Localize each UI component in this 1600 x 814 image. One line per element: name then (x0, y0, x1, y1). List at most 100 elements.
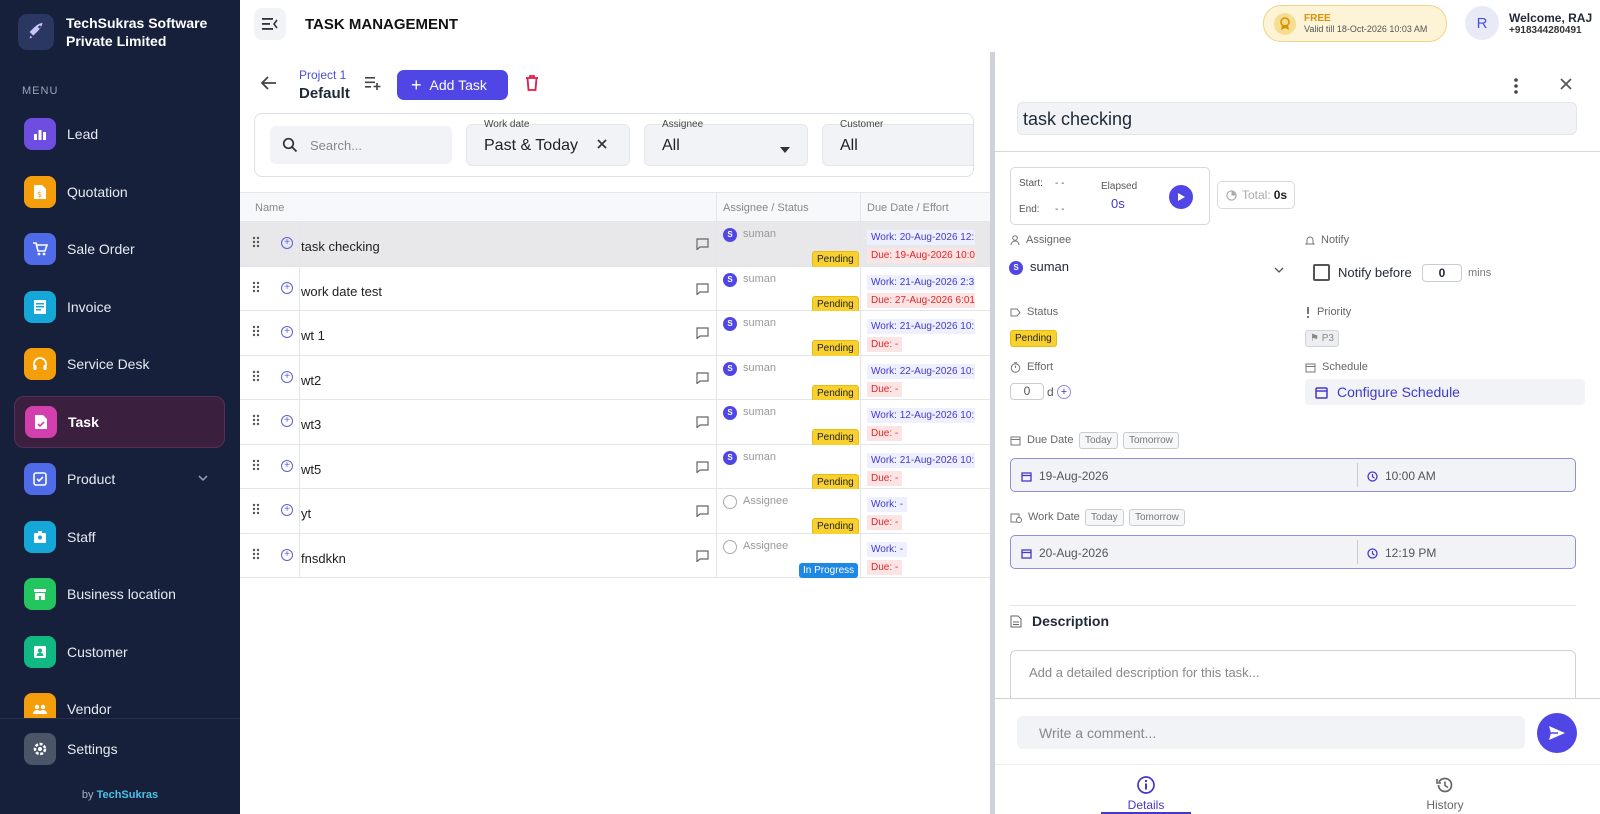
project-selector[interactable]: Project 1 Default (299, 68, 350, 102)
playlist-add-icon[interactable] (364, 76, 382, 93)
task-title-input[interactable]: task checking (1017, 102, 1577, 135)
status-badge[interactable]: Pending (812, 340, 859, 357)
table-row[interactable]: + work date test Ssuman Pending Work: 21-Aug… (240, 266, 990, 313)
collapse-menu-button[interactable] (254, 8, 286, 40)
add-subtask-icon[interactable]: + (281, 370, 293, 383)
table-row[interactable]: + wt5 Ssuman Pending Work: 21-Aug-2026 10: Du… (240, 444, 990, 491)
sidebar-item-task[interactable]: Task (14, 395, 225, 448)
comment-icon[interactable] (696, 416, 709, 431)
table-row[interactable]: + fnsdkkn Assignee In Progress Work: - Due: - (240, 533, 990, 578)
comment-icon[interactable] (696, 238, 709, 253)
assignee-name[interactable]: suman (743, 317, 776, 329)
more-vertical-icon[interactable] (1514, 78, 1518, 97)
due-date-field[interactable]: 19-Aug-2026 10:00 AM (1010, 458, 1576, 492)
task-name[interactable]: fnsdkkn (301, 551, 346, 566)
add-subtask-icon[interactable]: + (281, 281, 293, 294)
status-badge[interactable]: Pending (812, 473, 859, 491)
assignee-name[interactable]: suman (743, 228, 776, 240)
comment-icon[interactable] (696, 371, 709, 387)
send-button[interactable] (1537, 713, 1577, 753)
status-badge[interactable]: Pending (812, 384, 859, 402)
trash-icon[interactable] (524, 74, 540, 95)
add-effort-button[interactable]: + (1057, 385, 1071, 399)
drag-handle-icon[interactable] (252, 414, 260, 429)
work-today-button[interactable]: Today (1085, 509, 1124, 526)
work-date-field[interactable]: 20-Aug-2026 12:19 PM (1010, 535, 1576, 569)
plan-badge[interactable]: FREE Valid till 18-Oct-2026 10:03 AM (1263, 5, 1447, 42)
work-date-value[interactable]: 20-Aug-2026 (1039, 546, 1108, 560)
priority-badge[interactable]: ⚑ P3 (1305, 330, 1339, 347)
task-name[interactable]: wt3 (301, 417, 321, 432)
configure-schedule-button[interactable]: Configure Schedule (1305, 379, 1585, 405)
description-input[interactable]: Add a detailed description for this task… (1010, 650, 1576, 704)
table-row[interactable]: + task checking Ssuman Pending Work: 20-Aug-… (240, 222, 990, 268)
assignee-name[interactable]: Assignee (743, 495, 788, 507)
add-subtask-icon[interactable]: + (281, 548, 293, 561)
due-time-value[interactable]: 10:00 AM (1385, 469, 1436, 483)
drag-handle-icon[interactable] (252, 281, 260, 296)
sidebar-item-staff[interactable]: Staff (14, 511, 225, 563)
sidebar-item-quotation[interactable]: $ Quotation (14, 166, 225, 218)
add-subtask-icon[interactable]: + (281, 237, 293, 249)
drag-handle-icon[interactable] (252, 459, 260, 474)
status-badge[interactable]: Pending (812, 295, 859, 313)
drag-handle-icon[interactable] (252, 548, 260, 563)
sidebar-item-invoice[interactable]: Invoice (14, 281, 225, 333)
sidebar-item-sale-order[interactable]: Sale Order (14, 223, 225, 275)
brand[interactable]: TechSukras Software Private Limited (18, 14, 226, 50)
assignee-filter[interactable]: Assignee All (644, 119, 808, 166)
notify-checkbox[interactable] (1313, 264, 1330, 281)
table-row[interactable]: + wt2 Ssuman Pending Work: 22-Aug-2026 10: Du… (240, 355, 990, 402)
column-assignee-status[interactable]: Assignee / Status (723, 202, 809, 214)
effort-input[interactable]: 0 (1010, 383, 1044, 400)
column-name[interactable]: Name (255, 202, 284, 214)
tab-history[interactable]: History (1400, 775, 1490, 812)
notify-minutes-input[interactable]: 0 (1422, 264, 1462, 282)
task-name[interactable]: wt5 (301, 462, 321, 477)
task-name[interactable]: yt (301, 506, 311, 521)
task-name[interactable]: wt 1 (301, 328, 325, 343)
status-badge[interactable]: In Progress (799, 562, 859, 578)
comment-icon[interactable] (696, 282, 709, 298)
task-name[interactable]: task checking (301, 239, 380, 254)
credit-brand[interactable]: TechSukras (97, 789, 159, 801)
comment-icon[interactable] (696, 505, 709, 520)
play-button[interactable] (1169, 185, 1193, 209)
sidebar-item-customer[interactable]: Customer (14, 626, 225, 678)
due-date-value[interactable]: 19-Aug-2026 (1039, 469, 1108, 483)
status-badge[interactable]: Pending (1010, 330, 1057, 347)
drag-handle-icon[interactable] (252, 325, 260, 340)
close-icon[interactable] (595, 137, 609, 154)
task-name[interactable]: wt2 (301, 373, 321, 388)
work-time-value[interactable]: 12:19 PM (1385, 546, 1436, 560)
add-subtask-icon[interactable]: + (281, 459, 293, 472)
chevron-down-icon[interactable] (197, 471, 209, 487)
due-tomorrow-button[interactable]: Tomorrow (1123, 432, 1179, 449)
assignee-name[interactable]: Assignee (743, 540, 788, 552)
add-subtask-icon[interactable]: + (281, 326, 293, 338)
add-subtask-icon[interactable]: + (281, 504, 293, 516)
column-due-effort[interactable]: Due Date / Effort (867, 202, 949, 214)
tab-details[interactable]: Details (1101, 775, 1191, 812)
due-today-button[interactable]: Today (1079, 432, 1118, 449)
comment-input[interactable]: Write a comment... (1017, 716, 1525, 749)
comment-icon[interactable] (696, 460, 709, 476)
user-menu[interactable]: R Welcome, RAJ +918344280491 (1465, 6, 1592, 40)
add-subtask-icon[interactable]: + (281, 415, 293, 427)
table-row[interactable]: + yt Assignee Pending Work: - Due: - (240, 489, 990, 535)
status-badge[interactable]: Pending (812, 251, 859, 268)
sidebar-item-lead[interactable]: Lead (14, 108, 225, 160)
drag-handle-icon[interactable] (252, 236, 260, 251)
sidebar-item-settings[interactable]: Settings (24, 733, 118, 765)
table-row[interactable]: + wt3 Ssuman Pending Work: 12-Aug-2026 10: Du… (240, 400, 990, 446)
back-arrow-icon[interactable] (260, 75, 278, 94)
close-icon[interactable] (1558, 76, 1574, 95)
assignee-name[interactable]: suman (743, 362, 776, 374)
assignee-value[interactable]: suman (1030, 259, 1069, 274)
assignee-name[interactable]: suman (743, 451, 776, 463)
task-name[interactable]: work date test (301, 284, 382, 299)
search-input[interactable]: Search... (270, 126, 452, 164)
customer-filter[interactable]: Customer All (822, 119, 973, 166)
assignee-name[interactable]: suman (743, 406, 776, 418)
sidebar-item-product[interactable]: Product (14, 453, 225, 505)
